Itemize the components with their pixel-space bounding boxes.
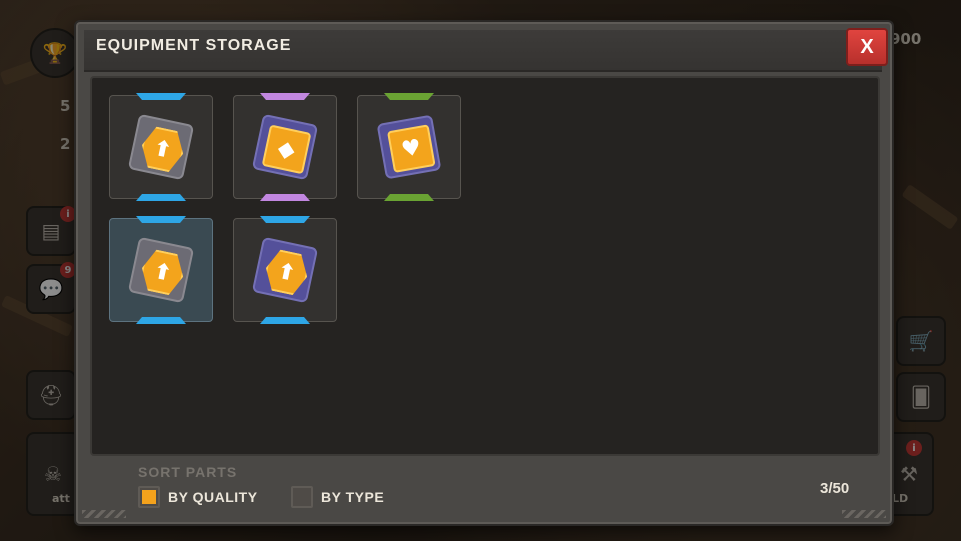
heart-chip-icon: ♥ [376, 114, 442, 180]
rarity-tab-bottom [384, 194, 434, 201]
rarity-tab-top [136, 216, 186, 223]
sort-by-quality-label: BY QUALITY [168, 489, 258, 505]
rarity-tab-bottom [136, 194, 186, 201]
sort-by-type-label: BY TYPE [321, 489, 385, 505]
shield-chip-icon: ◆ [251, 113, 319, 181]
sort-by-quality-option[interactable]: BY QUALITY [138, 486, 258, 508]
dialog-title-bar: EQUIPMENT STORAGE [84, 30, 882, 72]
equipment-slot-3[interactable]: ♥ [357, 93, 461, 201]
decor-stripes [82, 510, 126, 518]
equipment-storage-dialog: EQUIPMENT STORAGE X ⬆ ◆ ♥ ⬆ ⬆ SORT PARTS… [74, 20, 894, 526]
rarity-tab-top [384, 93, 434, 100]
rarity-tab-bottom [260, 317, 310, 324]
sort-by-type-checkbox[interactable] [291, 486, 313, 508]
rarity-tab-top [136, 93, 186, 100]
rocket-chip-icon: ⬆ [127, 236, 195, 304]
sort-by-type-option[interactable]: BY TYPE [291, 486, 384, 508]
rocket-chip-icon: ⬆ [127, 113, 195, 181]
close-button[interactable]: X [846, 28, 888, 66]
equipment-slot-1[interactable]: ⬆ [109, 93, 213, 201]
rarity-tab-top [260, 93, 310, 100]
rocket-chip-icon: ⬆ [251, 236, 319, 304]
equipment-slot-5[interactable]: ⬆ [233, 216, 337, 324]
decor-stripes [842, 510, 886, 518]
rarity-tab-top [260, 216, 310, 223]
sort-by-quality-checkbox[interactable] [138, 486, 160, 508]
dialog-title: EQUIPMENT STORAGE [96, 37, 292, 54]
sort-parts-label: SORT PARTS [138, 464, 238, 480]
storage-capacity: 3/50 [820, 480, 850, 497]
equipment-grid: ⬆ ◆ ♥ ⬆ ⬆ [90, 76, 880, 456]
equipment-slot-2[interactable]: ◆ [233, 93, 337, 201]
rarity-tab-bottom [260, 194, 310, 201]
equipment-slot-4[interactable]: ⬆ [109, 216, 213, 324]
rarity-tab-bottom [136, 317, 186, 324]
